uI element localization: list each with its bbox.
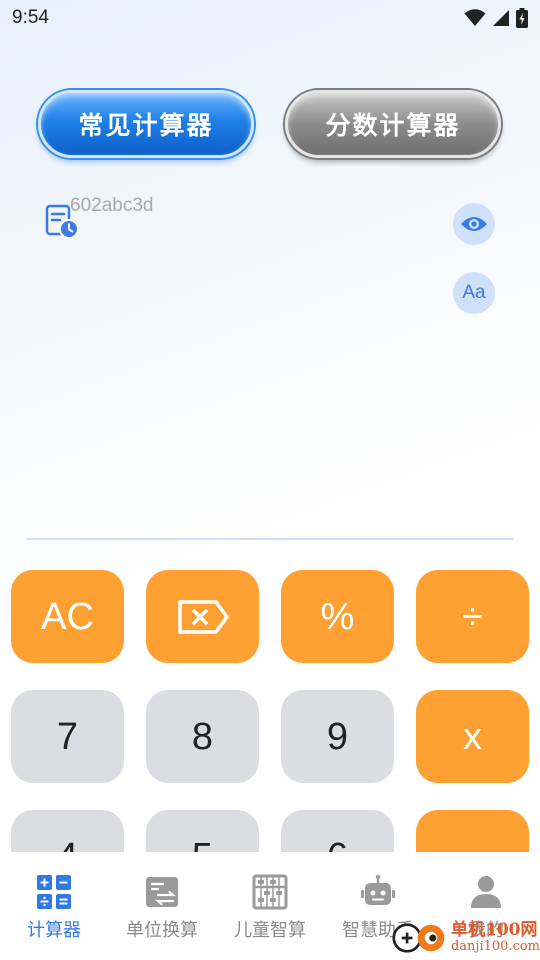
mode-tabs: 常见计算器 分数计算器 <box>38 90 501 158</box>
cellular-signal-icon <box>493 10 509 26</box>
abacus-icon <box>252 874 288 910</box>
watermark-logo-icon <box>392 923 445 953</box>
battery-charging-icon <box>516 8 528 28</box>
digit-9-key[interactable]: 9 <box>281 690 394 783</box>
expression-text: 602abc3d <box>70 195 154 216</box>
calculator-icon <box>37 875 71 909</box>
profile-icon <box>471 876 501 908</box>
watermark-cn: 单机100网 <box>450 920 538 941</box>
percent-key-label: % <box>320 595 355 638</box>
nav-label-calculator: 计算器 <box>27 920 81 941</box>
common-calculator-tab-label: 常见计算器 <box>78 111 214 140</box>
status-bar: 9:54 <box>0 0 540 36</box>
backspace-icon <box>177 599 229 634</box>
divide-key[interactable]: ÷ <box>416 570 529 663</box>
status-icons <box>464 8 528 28</box>
divide-key-label: ÷ <box>462 595 483 638</box>
robot-icon <box>361 874 395 905</box>
nav-item-unit-conversion[interactable]: 单位换算 <box>108 852 216 960</box>
all-clear-key-label: AC <box>41 595 94 638</box>
font-size-button[interactable]: Aa <box>453 272 495 314</box>
digit-8-label: 8 <box>191 715 214 758</box>
all-clear-key[interactable]: AC <box>11 570 124 663</box>
status-time: 9:54 <box>12 7 49 28</box>
watermark: 单机100网 danji100.com <box>392 918 540 958</box>
percent-key[interactable]: % <box>281 570 394 663</box>
minus-key[interactable] <box>416 810 529 852</box>
multiply-key[interactable]: x <box>416 690 529 783</box>
watermark-text: 单机100网 danji100.com <box>450 920 540 955</box>
watermark-en: danji100.com <box>450 939 540 955</box>
digit-6-label: 6 <box>327 838 348 853</box>
eye-icon <box>461 217 487 231</box>
fraction-calculator-tab[interactable]: 分数计算器 <box>285 90 501 158</box>
common-calculator-tab[interactable]: 常见计算器 <box>38 90 254 158</box>
fraction-calculator-tab-label: 分数计算器 <box>325 111 461 140</box>
nav-label-kids-math: 儿童智算 <box>234 920 306 941</box>
digit-4-key[interactable]: 4 <box>11 810 124 852</box>
keypad: AC % ÷ 7 8 9 x 4 5 6 <box>0 570 540 852</box>
digit-8-key[interactable]: 8 <box>146 690 259 783</box>
display-divider <box>27 538 513 540</box>
nav-item-calculator[interactable]: 计算器 <box>0 852 108 960</box>
nav-item-kids-math[interactable]: 儿童智算 <box>216 852 324 960</box>
multiply-key-label: x <box>463 715 482 758</box>
digit-7-label: 7 <box>56 715 79 758</box>
backspace-key[interactable] <box>146 570 259 663</box>
digit-9-label: 9 <box>326 715 349 758</box>
visibility-toggle-button[interactable] <box>453 203 495 245</box>
digit-5-label: 5 <box>192 838 213 853</box>
digit-7-key[interactable]: 7 <box>11 690 124 783</box>
nav-label-unit-conversion: 单位换算 <box>126 920 198 941</box>
font-size-label: Aa <box>462 282 486 303</box>
wifi-icon <box>464 9 486 26</box>
digit-5-key[interactable]: 5 <box>146 810 259 852</box>
unit-conversion-icon <box>146 877 178 907</box>
digit-6-key[interactable]: 6 <box>281 810 394 852</box>
digit-4-label: 4 <box>57 838 78 853</box>
